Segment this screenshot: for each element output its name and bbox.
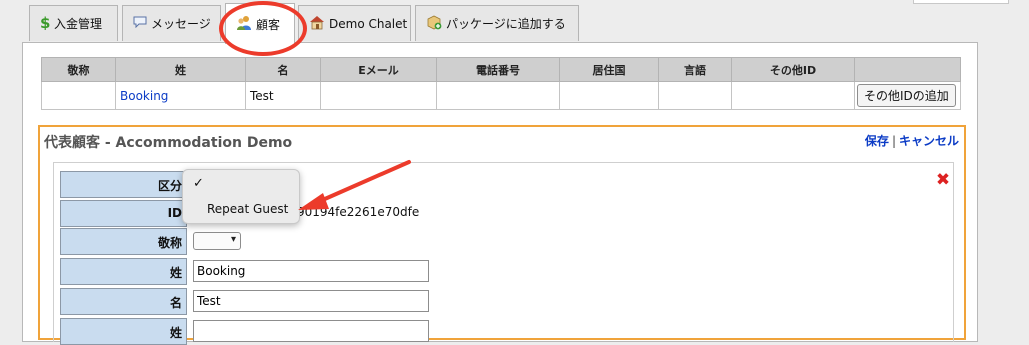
cancel-link[interactable]: キャンセル xyxy=(899,134,959,148)
chevron-down-icon: ▾ xyxy=(230,234,236,245)
dropdown-option-repeat-guest[interactable]: Repeat Guest xyxy=(207,202,288,216)
section-title: 代表顧客 - Accommodation Demo xyxy=(44,135,293,151)
column-header: その他ID xyxy=(731,57,855,82)
dollar-icon: $ xyxy=(40,14,50,33)
annotation-arrow xyxy=(298,160,411,210)
house-icon xyxy=(309,15,325,33)
cell-other-id xyxy=(731,81,855,110)
delete-icon[interactable]: ✖ xyxy=(935,172,951,189)
checkmark-icon: ✓ xyxy=(193,176,204,191)
category-label: 区分 xyxy=(60,171,187,198)
tab-label: Demo Chalet xyxy=(329,16,408,31)
salutation-select[interactable]: ▾ xyxy=(193,232,241,250)
cell-title xyxy=(41,81,116,110)
column-header: Eメール xyxy=(320,57,437,82)
section-actions: 保存 | キャンセル xyxy=(865,132,959,149)
add-other-id-button[interactable]: その他IDの追加 xyxy=(857,84,956,107)
column-header: 言語 xyxy=(658,57,732,82)
action-separator: | xyxy=(891,134,896,148)
column-header: 姓 xyxy=(115,57,246,82)
save-link[interactable]: 保存 xyxy=(865,134,889,148)
column-header: 名 xyxy=(245,57,321,82)
guest-table: 敬称 姓 名 Eメール 電話番号 居住国 言語 その他ID Booking Te… xyxy=(41,57,961,110)
tab-payment[interactable]: $ 入金管理 xyxy=(29,5,118,41)
last-name-label: 姓 xyxy=(60,258,187,285)
salutation-label: 敬称 xyxy=(60,228,187,255)
column-header: 敬称 xyxy=(41,57,116,82)
last-name-link[interactable]: Booking xyxy=(120,89,168,103)
cell-last-name[interactable]: Booking xyxy=(115,81,246,110)
top-right-panel xyxy=(913,0,1009,4)
cell-country xyxy=(559,81,659,110)
package-add-icon xyxy=(426,15,442,33)
column-header: 電話番号 xyxy=(436,57,560,82)
next-field-input[interactable] xyxy=(193,320,429,342)
highlight-circle xyxy=(219,1,307,56)
table-header-row: 敬称 姓 名 Eメール 電話番号 居住国 言語 その他ID xyxy=(41,57,961,82)
tab-add-to-package[interactable]: パッケージに追加する xyxy=(415,5,579,41)
cell-language xyxy=(658,81,732,110)
cell-email xyxy=(320,81,437,110)
column-header: 居住国 xyxy=(559,57,659,82)
representative-guest-section: 代表顧客 - Accommodation Demo 保存 | キャンセル ✖ 区分 … xyxy=(38,125,966,345)
first-name-label: 名 xyxy=(60,288,187,315)
category-dropdown-menu: ✓ Repeat Guest xyxy=(182,169,300,224)
svg-text:$: $ xyxy=(40,14,50,30)
tab-label: パッケージに追加する xyxy=(446,17,566,31)
cell-phone xyxy=(436,81,560,110)
id-label: ID xyxy=(60,200,187,227)
tab-messages[interactable]: メッセージ xyxy=(122,5,221,41)
speech-bubble-icon xyxy=(133,16,147,31)
tab-demo-chalet[interactable]: Demo Chalet xyxy=(298,5,411,41)
column-header-actions xyxy=(854,57,961,82)
cell-first-name: Test xyxy=(245,81,321,110)
next-field-label: 姓 xyxy=(60,318,187,345)
tab-label: 入金管理 xyxy=(54,17,103,31)
tab-label: メッセージ xyxy=(151,17,211,31)
dropdown-option-blank[interactable]: ✓ xyxy=(193,176,204,191)
cell-actions: その他IDの追加 xyxy=(854,81,961,110)
table-row: Booking Test その他IDの追加 xyxy=(41,81,961,110)
last-name-input[interactable] xyxy=(193,260,429,282)
first-name-input[interactable] xyxy=(193,290,429,312)
